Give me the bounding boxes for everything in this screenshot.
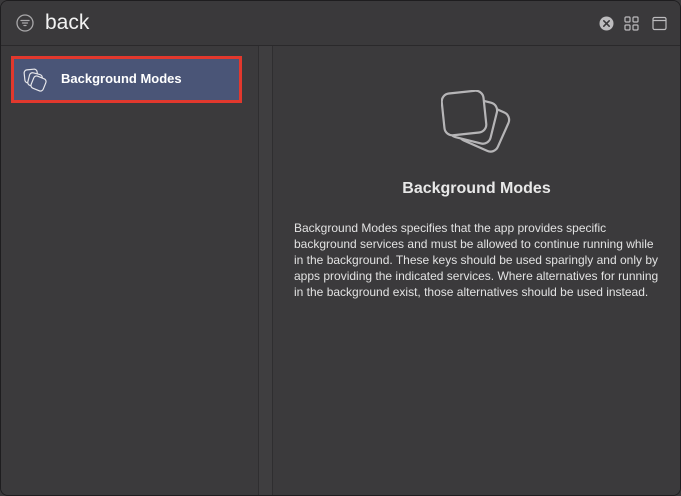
filter-icon[interactable] (16, 14, 34, 32)
sidebar-divider[interactable] (258, 46, 273, 495)
stacked-squares-icon (23, 68, 47, 92)
clear-icon[interactable] (599, 16, 614, 31)
detail-title: Background Modes (402, 180, 551, 197)
capabilities-window: Background Modes Background Modes Backgr… (0, 0, 681, 496)
window-icon[interactable] (652, 16, 667, 31)
list-item-label: Background Modes (61, 71, 182, 86)
list-item-background-modes[interactable]: Background Modes (11, 56, 242, 103)
stacked-squares-icon (440, 89, 515, 164)
grid-icon[interactable] (624, 16, 639, 31)
search-input[interactable] (45, 9, 545, 37)
detail-pane: Background Modes Background Modes specif… (273, 46, 680, 495)
capability-list: Background Modes (1, 46, 258, 495)
search-bar (1, 1, 680, 46)
detail-description: Background Modes specifies that the app … (294, 221, 659, 299)
